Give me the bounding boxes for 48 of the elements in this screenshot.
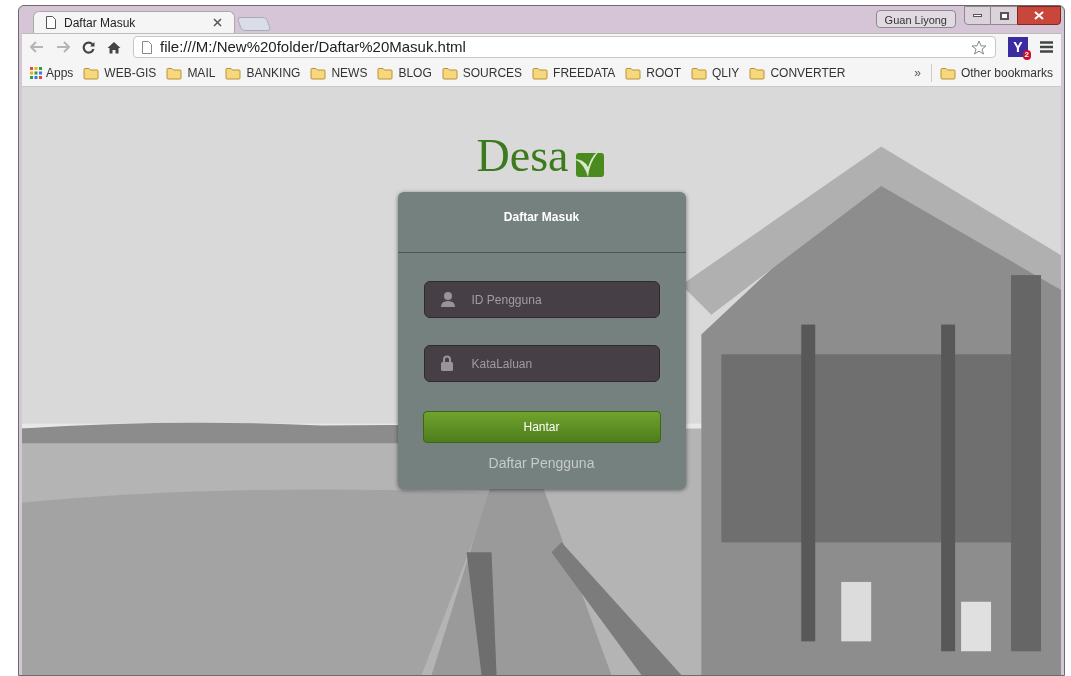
bookmark-folder[interactable]: NEWS (310, 64, 368, 82)
home-icon[interactable] (107, 40, 121, 54)
close-button[interactable] (1017, 6, 1061, 25)
folder-icon (939, 66, 956, 80)
address-bar[interactable]: file:///M:/New%20folder/Daftar%20Masuk.html (133, 36, 996, 58)
folder-icon (166, 66, 183, 80)
input-field[interactable]: ID Pengguna (423, 281, 660, 318)
bookmark-folder[interactable]: SOURCES (441, 64, 523, 82)
card-title: Daftar Masuk (503, 209, 580, 226)
folder-icon (441, 66, 458, 80)
bookmark-folder[interactable]: ROOT (625, 64, 681, 82)
bookmark-folder[interactable]: CONVERTER (749, 64, 846, 82)
bookmark-folder[interactable]: QLIY (691, 64, 740, 82)
page-icon (46, 16, 56, 29)
reload-icon[interactable] (82, 40, 95, 54)
maximize-button[interactable] (991, 6, 1017, 25)
browser-tab[interactable]: Daftar Masuk (33, 11, 235, 33)
folder-icon (83, 66, 100, 80)
logo: Desa (476, 127, 607, 179)
tab-title: Daftar Masuk (64, 14, 137, 32)
folder-icon (532, 66, 549, 80)
folder-icon (749, 66, 766, 80)
lock-icon (440, 355, 453, 371)
minimize-button[interactable] (964, 6, 991, 25)
close-icon (1034, 11, 1044, 20)
folder-icon (377, 66, 394, 80)
bookmark-folder[interactable]: BANKING (225, 64, 301, 82)
star-icon[interactable] (971, 39, 987, 55)
folder-icon (225, 66, 242, 80)
bookmark-folder[interactable]: MAIL (166, 64, 216, 82)
bookmark-folder[interactable]: BLOG (377, 64, 432, 82)
folder-icon (625, 66, 642, 80)
close-icon[interactable] (213, 18, 222, 27)
input-field[interactable]: KataLaluan (423, 345, 660, 382)
person-icon (440, 291, 455, 307)
overflow-chevron[interactable]: » (914, 64, 921, 82)
apps-shortcut[interactable]: Apps (30, 64, 74, 82)
other-bookmarks-folder[interactable]: Other bookmarks (930, 64, 1053, 82)
folder-icon (691, 66, 707, 80)
bookmark-folder[interactable]: FREEDATA (532, 64, 616, 82)
menu-icon[interactable] (1040, 41, 1053, 53)
submit-button[interactable]: Hantar (422, 411, 661, 443)
folder-icon (310, 66, 327, 80)
url-text: file:///M:/New%20folder/Daftar%20Masuk.html (160, 36, 467, 57)
bookmark-folder[interactable]: WEB-GIS (83, 64, 157, 82)
apps-grid-icon (30, 67, 42, 79)
page-icon (142, 40, 152, 54)
user-name[interactable]: Guan Liyong (875, 10, 956, 28)
